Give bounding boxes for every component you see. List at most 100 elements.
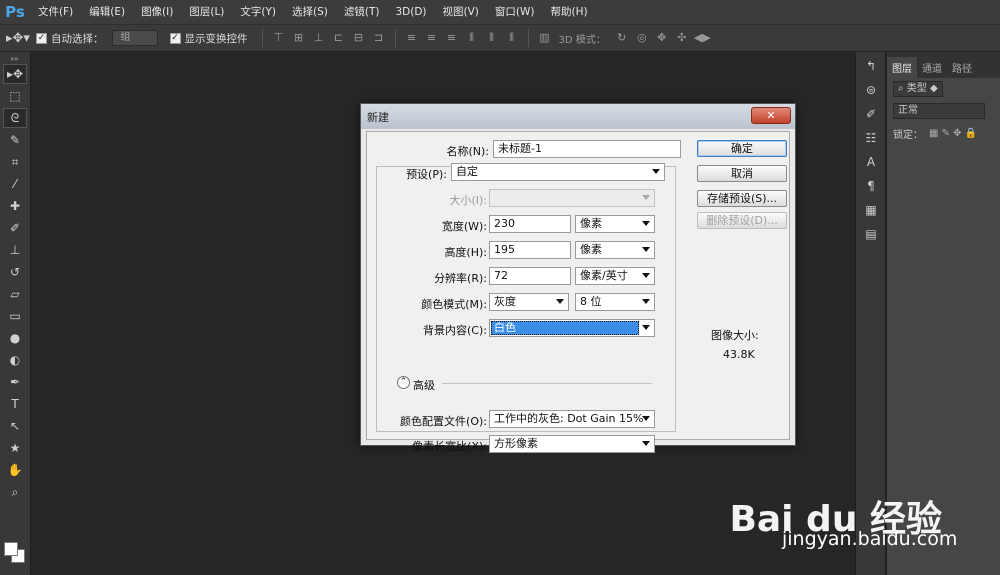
width-label: 宽度(W): [441,220,487,233]
hand-tool-icon[interactable]: ✋ [3,460,27,480]
chevron-down-icon [642,325,650,330]
lasso-tool-icon[interactable]: ᘓ [3,108,27,128]
align-vcenter-icon[interactable]: ⊞ [291,30,307,46]
blend-mode-dropdown[interactable]: 正常 [893,103,985,119]
menu-view[interactable]: 视图(V) [435,0,487,24]
width-input[interactable]: 230 [489,215,571,233]
name-label: 名称(N): [446,145,489,158]
menu-edit[interactable]: 编辑(E) [81,0,133,24]
align-left-icon[interactable]: ⊏ [331,30,347,46]
height-input[interactable]: 195 [489,241,571,259]
history-brush-tool-icon[interactable]: ↺ [3,262,27,282]
tab-paths[interactable]: 路径 [947,57,977,78]
menu-layer[interactable]: 图层(L) [181,0,232,24]
align-bottom-icon[interactable]: ⊥ [311,30,327,46]
history-icon[interactable]: ↰ [860,56,882,76]
character-icon[interactable]: A [860,152,882,172]
blur-tool-icon[interactable]: ● [3,328,27,348]
swatches-icon[interactable]: ▦ [860,200,882,220]
menu-window[interactable]: 窗口(W) [487,0,543,24]
3d-slide-icon[interactable]: ✣ [674,30,690,46]
menu-help[interactable]: 帮助(H) [543,0,596,24]
crop-tool-icon[interactable]: ⌗ [3,152,27,172]
eyedropper-tool-icon[interactable]: ⁄ [3,174,27,194]
3d-scale-icon[interactable]: ◀▶ [694,30,711,46]
lock-row: 锁定： ▦ ✎ ✥ 🔒 [887,122,1000,144]
chevron-down-icon [642,221,650,226]
menu-image[interactable]: 图像(I) [133,0,181,24]
eraser-tool-icon[interactable]: ▱ [3,284,27,304]
resolution-unit-value: 像素/英寸 [580,269,628,282]
distribute-hcenter-icon[interactable]: ⦀ [484,30,500,46]
width-unit-dropdown[interactable]: 像素 [575,215,655,233]
show-transform-checkbox[interactable]: ✓ 显示变换控件 [169,31,248,46]
auto-select-checkbox[interactable]: ✓ 自动选择： [36,31,104,46]
name-input[interactable]: 未标题-1 [493,140,681,158]
marquee-tool-icon[interactable]: ⬚ [3,86,27,106]
auto-select-dropdown[interactable]: 组 [111,30,158,46]
distribute-right-icon[interactable]: ⦀ [504,30,520,46]
notes-icon[interactable]: ▤ [860,224,882,244]
stamp-tool-icon[interactable]: ⊥ [3,240,27,260]
distribute-top-icon[interactable]: ≡ [404,30,420,46]
type-tool-icon[interactable]: T [3,394,27,414]
dialog-body: 名称(N): 未标题-1 预设(P): 自定 大小(I): 宽度(W): 230… [366,131,790,453]
align-right-icon[interactable]: ⊐ [371,30,387,46]
healing-brush-tool-icon[interactable]: ✚ [3,196,27,216]
move-tool-preset-icon[interactable]: ▸✥▾ [0,24,36,52]
save-preset-button[interactable]: 存储预设(S)... [697,190,787,207]
menu-type[interactable]: 文字(Y) [232,0,284,24]
move-tool-icon[interactable]: ▸✥ [3,64,27,84]
3d-rotate-icon[interactable]: ↻ [614,30,630,46]
divider [442,383,652,384]
tab-layers[interactable]: 图层 [887,57,917,78]
align-top-icon[interactable]: ⊤ [271,30,287,46]
collapse-icon[interactable]: ▸▸ [0,52,30,64]
chevron-down-icon [642,416,650,421]
menu-select[interactable]: 选择(S) [284,0,336,24]
ok-button[interactable]: 确定 [697,140,787,157]
adjustments-icon[interactable]: ☷ [860,128,882,148]
distribute-bottom-icon[interactable]: ≡ [444,30,460,46]
brush-panel-icon[interactable]: ✐ [860,104,882,124]
dodge-tool-icon[interactable]: ◐ [3,350,27,370]
bit-depth-dropdown[interactable]: 8 位 [575,293,655,311]
tab-channels[interactable]: 通道 [917,57,947,78]
foreground-color-swatch[interactable] [4,542,18,556]
layer-filter-dropdown[interactable]: ⌕ 类型 ◆ [893,81,943,97]
menu-filter[interactable]: 滤镜(T) [336,0,388,24]
menu-bar: Ps 文件(F) 编辑(E) 图像(I) 图层(L) 文字(Y) 选择(S) 滤… [0,0,1000,24]
menu-file[interactable]: 文件(F) [30,0,81,24]
3d-drag-icon[interactable]: ✥ [654,30,670,46]
auto-align-icon[interactable]: ▥ [537,30,553,46]
resolution-input[interactable]: 72 [489,267,571,285]
properties-icon[interactable]: ⊜ [860,80,882,100]
color-profile-dropdown[interactable]: 工作中的灰色: Dot Gain 15% [489,410,655,428]
pixel-aspect-dropdown[interactable]: 方形像素 [489,435,655,453]
lock-icons[interactable]: ▦ ✎ ✥ 🔒 [929,128,977,139]
height-unit-value: 像素 [580,243,602,256]
cancel-button[interactable]: 取消 [697,165,787,182]
height-unit-dropdown[interactable]: 像素 [575,241,655,259]
align-hcenter-icon[interactable]: ⊟ [351,30,367,46]
preset-dropdown[interactable]: 自定 [451,163,665,181]
brush-tool-icon[interactable]: ✐ [3,218,27,238]
color-mode-dropdown[interactable]: 灰度 [489,293,569,311]
distribute-vcenter-icon[interactable]: ≡ [424,30,440,46]
3d-roll-icon[interactable]: ◎ [634,30,650,46]
divider [261,29,263,47]
background-dropdown[interactable]: 白色 [489,319,655,337]
shape-tool-icon[interactable]: ★ [3,438,27,458]
zoom-tool-icon[interactable]: ⌕ [3,482,27,502]
resolution-unit-dropdown[interactable]: 像素/英寸 [575,267,655,285]
gradient-tool-icon[interactable]: ▭ [3,306,27,326]
path-select-tool-icon[interactable]: ↖ [3,416,27,436]
distribute-left-icon[interactable]: ⦀ [464,30,480,46]
pen-tool-icon[interactable]: ✒ [3,372,27,392]
close-icon[interactable]: ✕ [751,107,791,124]
paragraph-icon[interactable]: ¶ [860,176,882,196]
quick-select-tool-icon[interactable]: ✎ [3,130,27,150]
pixel-aspect-value: 方形像素 [494,437,538,450]
menu-3d[interactable]: 3D(D) [387,0,434,24]
advanced-toggle-icon[interactable]: ⌃ [397,376,410,389]
